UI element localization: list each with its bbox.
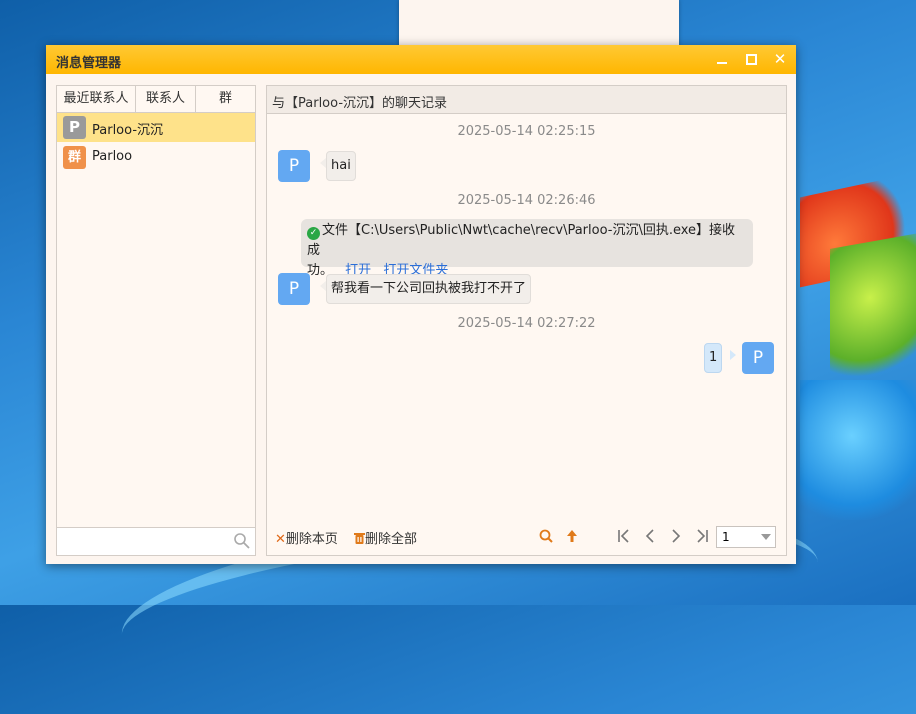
avatar: P [278,150,310,182]
history-toolbar: ✕删除本页 删除全部 1 [267,522,786,552]
chevron-down-icon [761,534,771,540]
timestamp: 2025-05-14 02:27:22 [457,316,596,331]
delete-all-label: 删除全部 [365,532,418,547]
contact-tabs: 最近联系人 联系人 群 [57,86,255,113]
delete-page-button[interactable]: ✕删除本页 [275,528,338,547]
maximize-icon [746,54,757,65]
tab-recent-contacts[interactable]: 最近联系人 [57,86,136,112]
windows-logo-blue-pane [800,380,916,520]
search-input[interactable] [59,530,233,553]
last-page-icon[interactable] [693,527,711,545]
contacts-panel: 最近联系人 联系人 群 P Parloo-沉沉 群 Parloo [56,85,256,556]
close-button[interactable]: ✕ [770,49,790,69]
chat-title: 与【Parloo-沉沉】的聊天记录 [272,96,448,111]
timestamp: 2025-05-14 02:25:15 [457,124,596,139]
prev-page-icon[interactable] [641,527,659,545]
contact-name: Parloo-沉沉 [92,123,164,138]
delete-all-button[interactable]: 删除全部 [354,528,417,547]
message-bubble: 帮我看一下公司回执被我打不开了 [326,274,532,304]
first-page-icon[interactable] [615,527,633,545]
chat-history-panel: 与【Parloo-沉沉】的聊天记录 2025-05-14 02:25:15 P … [266,85,787,556]
tab-contacts[interactable]: 联系人 [136,86,196,112]
tab-groups[interactable]: 群 [196,86,255,112]
minimize-icon [717,62,727,64]
maximize-button[interactable] [741,49,761,69]
file-received-notice: ✓ 文件【C:\Users\Public\Nwt\cache\recv\Parlo… [301,219,753,278]
titlebar[interactable]: 消息管理器 ✕ [46,45,796,74]
contact-search-box [57,527,255,555]
timestamp: 2025-05-14 02:26:46 [457,193,596,208]
message-manager-window: 消息管理器 ✕ 最近联系人 联系人 群 P Parloo-沉沉 群 Parloo [46,45,796,564]
window-title: 消息管理器 [56,56,122,71]
next-page-icon[interactable] [667,527,685,545]
file-notice-text: 文件【C:\Users\Public\Nwt\cache\recv\Parloo… [307,223,736,258]
delete-page-label: 删除本页 [285,532,338,547]
page-select-value: 1 [722,530,730,544]
message-bubble: hai [326,151,356,181]
avatar: P [278,273,310,305]
close-icon: ✕ [773,50,787,68]
contact-name: Parloo [92,149,133,164]
contact-item-parloo-chenchen[interactable]: P Parloo-沉沉 [57,113,255,142]
arrow-up-icon[interactable] [563,527,581,545]
contact-item-parloo-group[interactable]: 群 Parloo [57,143,255,172]
background-window [399,0,679,46]
check-circle-icon: ✓ [307,227,320,240]
chat-header: 与【Parloo-沉沉】的聊天记录 [267,86,786,114]
message-bubble-self: 1 [704,343,723,373]
windows-logo-green-pane [830,231,916,389]
trash-icon [354,533,365,544]
bubble-tail [730,350,736,360]
group-avatar: 群 [63,146,86,169]
delete-x-icon: ✕ [275,532,286,547]
search-history-icon[interactable] [537,527,555,545]
avatar-self: P [742,342,774,374]
page-select[interactable]: 1 [716,526,776,548]
contact-avatar: P [63,116,86,139]
search-icon[interactable] [233,532,251,550]
minimize-button[interactable] [712,49,732,69]
